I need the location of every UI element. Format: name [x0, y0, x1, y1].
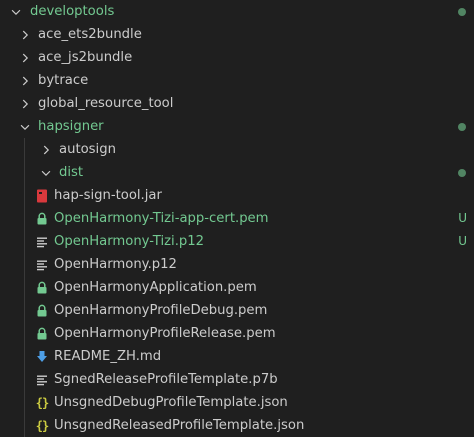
chevron-right-icon — [17, 73, 33, 89]
indent-guide — [24, 299, 25, 322]
file-explorer-tree: developtools ace_ets2bundle ace_js2bundl… — [0, 0, 474, 437]
lines-icon — [34, 372, 50, 388]
tree-folder-global-resource-tool[interactable]: global_resource_tool — [0, 92, 474, 115]
indent-guide — [24, 345, 25, 368]
lock-icon — [34, 303, 50, 319]
git-status-badge: U — [458, 234, 467, 248]
lock-icon — [34, 211, 50, 227]
json-braces-icon: {} — [35, 395, 49, 410]
git-status-dot — [458, 169, 466, 177]
file-label: SgnedReleaseProfileTemplate.p7b — [54, 372, 278, 387]
chevron-right-icon — [17, 27, 33, 43]
file-label: OpenHarmony-Tizi-app-cert.pem — [54, 211, 269, 226]
file-label: OpenHarmony-Tizi.p12 — [54, 234, 205, 249]
indent-guide — [24, 368, 25, 391]
folder-label: dist — [59, 165, 84, 180]
tree-file-unsgneddebugprofiletemplate-json[interactable]: {} UnsgnedDebugProfileTemplate.json — [0, 391, 474, 414]
folder-label: hapsigner — [38, 119, 104, 134]
chevron-down-icon — [17, 119, 33, 135]
file-label: UnsgnedDebugProfileTemplate.json — [54, 395, 288, 410]
indent-guide — [24, 253, 25, 276]
git-status-dot — [458, 8, 466, 16]
tree-file-openharmony-tizi-p12[interactable]: OpenHarmony-Tizi.p12 U — [0, 230, 474, 253]
lines-icon — [34, 257, 50, 273]
file-label: OpenHarmony.p12 — [54, 257, 177, 272]
folder-label: bytrace — [38, 73, 89, 88]
file-label: README_ZH.md — [54, 349, 162, 364]
folder-label: developtools — [30, 4, 115, 19]
download-arrow-icon — [34, 349, 50, 365]
indent-guide — [24, 414, 25, 437]
file-label: OpenHarmonyProfileRelease.pem — [54, 326, 276, 341]
jar-icon — [34, 188, 50, 204]
folder-label: ace_js2bundle — [38, 50, 133, 65]
tree-file-openharmonyprofilerelease-pem[interactable]: OpenHarmonyProfileRelease.pem — [0, 322, 474, 345]
git-status-badge: U — [458, 211, 467, 225]
lines-icon — [34, 234, 50, 250]
folder-label: global_resource_tool — [38, 96, 174, 111]
lock-icon — [34, 326, 50, 342]
tree-file-openharmony-p12[interactable]: OpenHarmony.p12 — [0, 253, 474, 276]
tree-folder-developtools[interactable]: developtools — [0, 0, 474, 23]
indent-guide — [24, 161, 25, 184]
file-label: UnsgnedReleasedProfileTemplate.json — [54, 418, 305, 433]
file-label: hap-sign-tool.jar — [54, 188, 162, 203]
tree-file-openharmonyprofiledebug-pem[interactable]: OpenHarmonyProfileDebug.pem — [0, 299, 474, 322]
indent-guide — [24, 391, 25, 414]
chevron-right-icon — [17, 96, 33, 112]
tree-file-openharmony-tizi-app-cert-pem[interactable]: OpenHarmony-Tizi-app-cert.pem U — [0, 207, 474, 230]
indent-guide — [24, 230, 25, 253]
tree-folder-dist[interactable]: dist — [0, 161, 474, 184]
lock-icon — [34, 280, 50, 296]
chevron-right-icon — [38, 142, 54, 158]
chevron-down-icon — [38, 165, 54, 181]
folder-label: ace_ets2bundle — [38, 27, 142, 42]
git-status-dot — [458, 123, 466, 131]
folder-label: autosign — [59, 142, 116, 157]
tree-folder-autosign[interactable]: autosign — [0, 138, 474, 161]
tree-file-unsgnedreleasedprofiletemplate-json[interactable]: {} UnsgnedReleasedProfileTemplate.json — [0, 414, 474, 437]
indent-guide — [24, 138, 25, 161]
file-label: OpenHarmonyApplication.pem — [54, 280, 257, 295]
file-label: OpenHarmonyProfileDebug.pem — [54, 303, 268, 318]
tree-folder-ace-js2bundle[interactable]: ace_js2bundle — [0, 46, 474, 69]
indent-guide — [24, 184, 25, 207]
tree-folder-bytrace[interactable]: bytrace — [0, 69, 474, 92]
indent-guide — [24, 322, 25, 345]
indent-guide — [24, 207, 25, 230]
tree-file-readme-zh-md[interactable]: README_ZH.md — [0, 345, 474, 368]
tree-folder-ace-ets2bundle[interactable]: ace_ets2bundle — [0, 23, 474, 46]
indent-guide — [24, 276, 25, 299]
tree-folder-hapsigner[interactable]: hapsigner — [0, 115, 474, 138]
json-braces-icon: {} — [35, 418, 49, 433]
tree-file-sgnedreleaseprofiletemplate-p7b[interactable]: SgnedReleaseProfileTemplate.p7b — [0, 368, 474, 391]
tree-file-openharmonyapplication-pem[interactable]: OpenHarmonyApplication.pem — [0, 276, 474, 299]
tree-file-hap-sign-tool-jar[interactable]: hap-sign-tool.jar — [0, 184, 474, 207]
chevron-down-icon — [8, 4, 24, 20]
chevron-right-icon — [17, 50, 33, 66]
